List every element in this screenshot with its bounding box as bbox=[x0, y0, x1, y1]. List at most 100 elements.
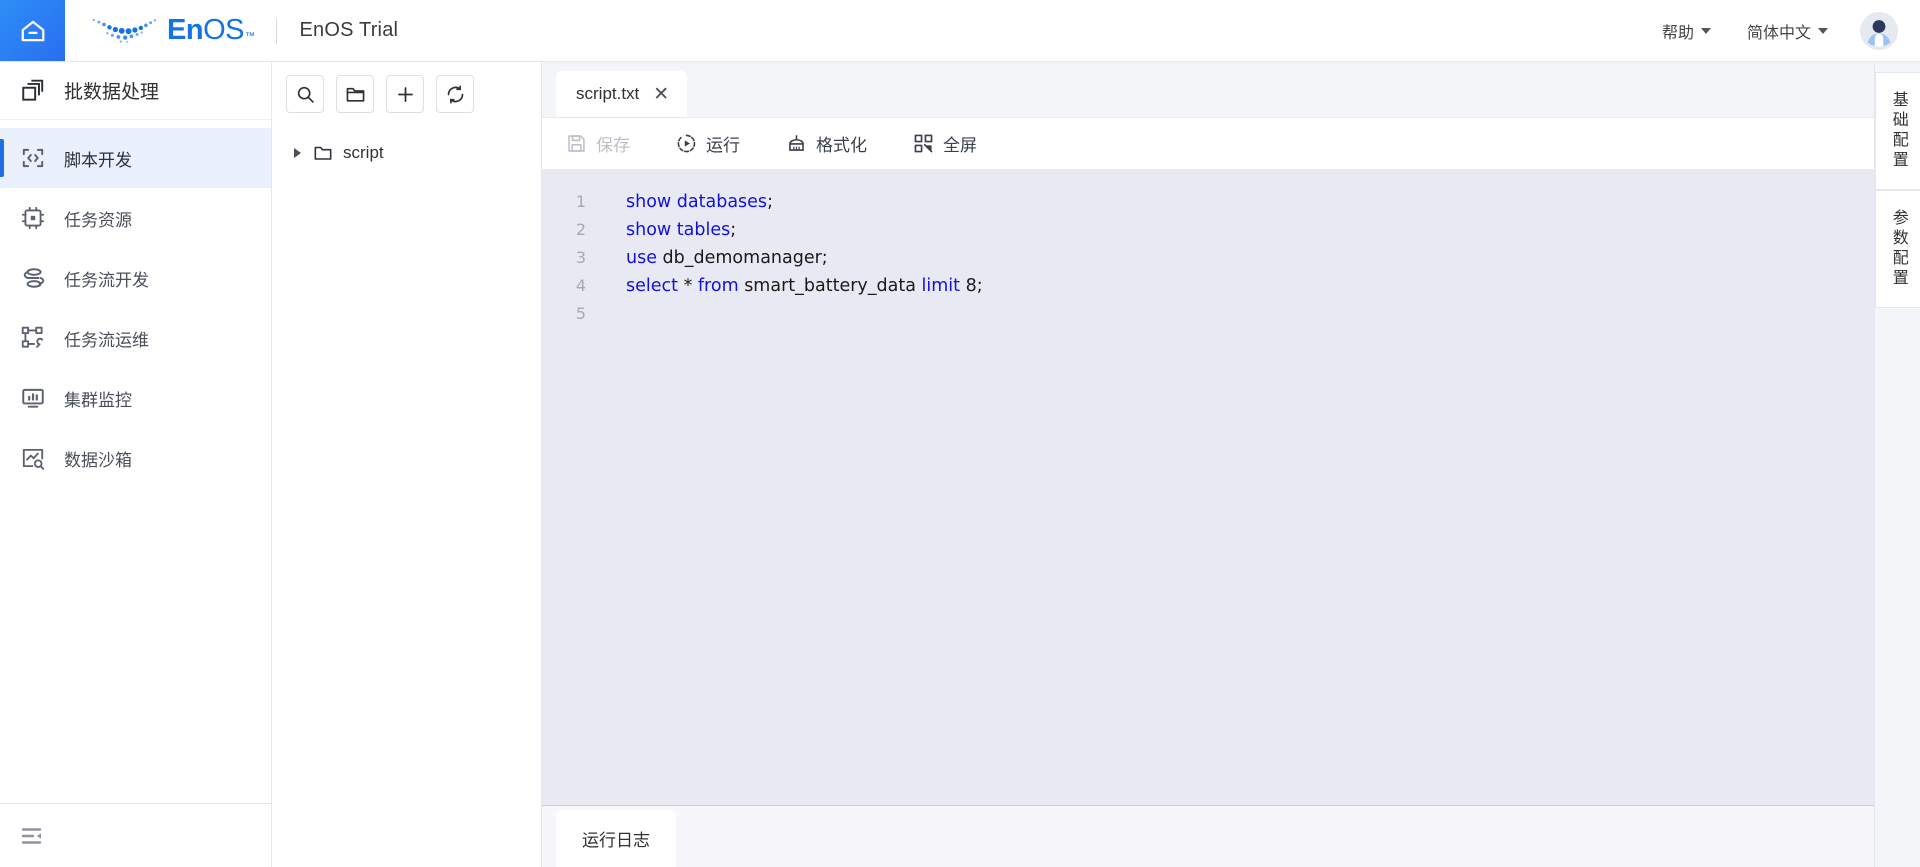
save-button[interactable]: 保存 bbox=[566, 131, 650, 156]
sql-keyword: from bbox=[697, 276, 739, 296]
sidebar-item-label: 任务资源 bbox=[64, 210, 132, 230]
code-line: 5 bbox=[542, 300, 1874, 328]
editor-tab-label: script.txt bbox=[576, 84, 640, 103]
sidebar-item-workflow-dev[interactable]: 任务流开发 bbox=[0, 248, 271, 308]
format-button[interactable]: 格式化 bbox=[786, 131, 887, 156]
format-icon bbox=[786, 133, 807, 154]
header-actions: 帮助 简体中文 bbox=[1644, 0, 1920, 61]
chip-icon bbox=[20, 205, 46, 231]
code-line: 3 use db_demomanager; bbox=[542, 244, 1874, 272]
home-button[interactable] bbox=[0, 0, 65, 61]
avatar[interactable] bbox=[1860, 11, 1898, 50]
line-number: 3 bbox=[575, 248, 586, 267]
sidebar-item-data-sandbox[interactable]: 数据沙箱 bbox=[0, 428, 271, 488]
tree-node-label: script bbox=[343, 143, 384, 162]
avatar-icon bbox=[1860, 11, 1898, 50]
batch-data-icon bbox=[20, 78, 46, 104]
help-menu[interactable]: 帮助 bbox=[1644, 19, 1729, 43]
chevron-down-icon bbox=[1700, 27, 1711, 34]
rail-tab-param-config[interactable]: 参数配置 bbox=[1875, 190, 1920, 308]
nav-section-title-label: 批数据处理 bbox=[64, 82, 160, 103]
collapse-menu-icon bbox=[20, 824, 44, 848]
code-text: use db_demomanager; bbox=[594, 244, 828, 272]
sql-keyword: tables bbox=[676, 220, 731, 240]
language-menu[interactable]: 简体中文 bbox=[1729, 19, 1846, 43]
line-number: 2 bbox=[575, 220, 586, 239]
run-label: 运行 bbox=[706, 136, 740, 155]
chevron-down-icon bbox=[1818, 27, 1828, 34]
code-editor[interactable]: 1 show databases; 2 show tables; 3 use db_dem… bbox=[542, 170, 1874, 805]
sidebar-item-label: 集群监控 bbox=[64, 390, 132, 410]
brand: En OS ™ EnOS Trial bbox=[65, 0, 398, 61]
line-number: 5 bbox=[575, 304, 586, 323]
code-line: 2 show tables; bbox=[542, 216, 1874, 244]
sql-keyword: select bbox=[626, 276, 678, 296]
fullscreen-button[interactable]: 全屏 bbox=[913, 131, 997, 156]
home-icon bbox=[19, 17, 47, 45]
format-label: 格式化 bbox=[816, 136, 867, 155]
code-body[interactable]: 1 show databases; 2 show tables; 3 use db_dem… bbox=[542, 170, 1874, 328]
fullscreen-label: 全屏 bbox=[943, 136, 977, 155]
sql-keyword: databases bbox=[676, 192, 768, 212]
new-folder-icon bbox=[345, 84, 366, 105]
code-line: 4 select * from smart_battery_data limit … bbox=[542, 272, 1874, 300]
run-button[interactable]: 运行 bbox=[676, 131, 760, 156]
line-number: 1 bbox=[575, 192, 586, 211]
code-brackets-icon bbox=[20, 145, 46, 171]
code-line: 1 show databases; bbox=[542, 188, 1874, 216]
right-rail: 基础配置 参数配置 bbox=[1874, 62, 1920, 867]
save-icon bbox=[566, 133, 587, 154]
code-text: show tables; bbox=[594, 216, 736, 244]
sql-text: db_demomanager; bbox=[656, 248, 828, 268]
nav-list: 脚本开发 任务资源 任务流开发 任务流运维 集群监控 数据沙箱 bbox=[0, 120, 271, 488]
close-icon[interactable]: ✕ bbox=[653, 85, 669, 104]
sql-keyword: show bbox=[626, 192, 677, 212]
new-folder-button[interactable] bbox=[336, 75, 374, 113]
plus-icon bbox=[395, 84, 416, 105]
bottom-tabstrip: 运行日志 bbox=[542, 805, 1874, 867]
add-button[interactable] bbox=[386, 75, 424, 113]
search-icon bbox=[295, 84, 316, 105]
line-number: 4 bbox=[575, 276, 586, 295]
editor-toolbar: 保存 运行 格式化 全屏 bbox=[542, 118, 1874, 170]
refresh-icon bbox=[445, 84, 466, 105]
code-text: select * from smart_battery_data limit 8… bbox=[594, 272, 983, 300]
app-header: En OS ™ EnOS Trial 帮助 简体中文 bbox=[0, 0, 1920, 62]
left-nav: 批数据处理 脚本开发 任务资源 任务流开发 任务流运维 集群监控 数据沙箱 bbox=[0, 62, 272, 867]
editor-tab-script-txt[interactable]: script.txt ✕ bbox=[556, 71, 688, 117]
rail-tab-basic-config[interactable]: 基础配置 bbox=[1875, 72, 1920, 190]
file-tree: script bbox=[272, 126, 541, 170]
monitor-icon bbox=[20, 385, 46, 411]
sidebar-item-script-dev[interactable]: 脚本开发 bbox=[0, 128, 271, 188]
flow-icon bbox=[20, 265, 46, 291]
sidebar-item-cluster-monitor[interactable]: 集群监控 bbox=[0, 368, 271, 428]
sql-keyword: limit bbox=[921, 276, 961, 296]
sql-text: 8; bbox=[960, 276, 983, 296]
refresh-button[interactable] bbox=[436, 75, 474, 113]
help-menu-label: 帮助 bbox=[1661, 24, 1694, 42]
collapse-sidebar-button[interactable] bbox=[0, 803, 271, 867]
sql-text: ; bbox=[730, 220, 737, 240]
run-icon bbox=[676, 133, 697, 154]
fullscreen-icon bbox=[913, 133, 934, 154]
folder-icon bbox=[314, 146, 332, 160]
search-button[interactable] bbox=[286, 75, 324, 113]
sql-text: smart_battery_data bbox=[738, 276, 922, 296]
sidebar-item-workflow-ops[interactable]: 任务流运维 bbox=[0, 308, 271, 368]
enos-wordmark: En OS ™ bbox=[167, 14, 255, 47]
nav-section-title: 批数据处理 bbox=[0, 62, 271, 120]
sql-text: * bbox=[678, 276, 698, 296]
tenant-name: EnOS Trial bbox=[299, 19, 399, 41]
tab-run-log[interactable]: 运行日志 bbox=[556, 810, 676, 867]
file-panel: script bbox=[272, 62, 542, 867]
chevron-right-icon[interactable] bbox=[294, 148, 301, 158]
code-text: show databases; bbox=[594, 188, 773, 216]
brand-divider bbox=[276, 17, 278, 44]
sidebar-item-task-resource[interactable]: 任务资源 bbox=[0, 188, 271, 248]
sidebar-item-label: 数据沙箱 bbox=[64, 450, 132, 470]
rail-spacer bbox=[1875, 308, 1920, 867]
logo-tm-text: ™ bbox=[244, 31, 255, 42]
tab-run-log-label: 运行日志 bbox=[582, 831, 650, 850]
tree-node-script[interactable]: script bbox=[272, 136, 541, 170]
file-toolbar bbox=[272, 62, 541, 126]
